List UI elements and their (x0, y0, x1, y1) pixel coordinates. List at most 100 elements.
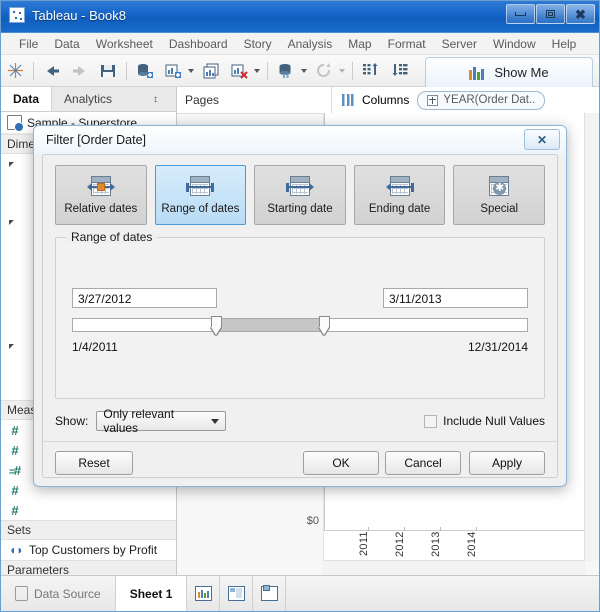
expand-plus-icon[interactable] (427, 94, 439, 106)
menu-format[interactable]: Format (380, 35, 434, 53)
range-of-dates-group-title: Range of dates (66, 230, 158, 244)
undo-icon[interactable] (40, 59, 64, 83)
sheet-tab-bar: Data Source Sheet 1 (1, 575, 599, 611)
dialog-separator (43, 441, 557, 442)
close-button[interactable]: ✖ (566, 4, 595, 24)
measure-field[interactable]: # (1, 500, 176, 520)
slider-handle-start[interactable] (210, 316, 222, 336)
columns-shelf[interactable]: Columns YEAR(Order Dat.. (332, 87, 599, 113)
mode-ending-date[interactable]: Ending date (353, 165, 446, 225)
new-dashboard-button[interactable] (220, 576, 254, 611)
tab-data-source-label: Data Source (34, 586, 101, 601)
range-min-label: 1/4/2011 (72, 340, 118, 354)
show-values-dropdown[interactable]: Only relevant values (96, 407, 227, 435)
mode-relative-dates[interactable]: Relative dates (55, 165, 147, 225)
date-range-slider[interactable] (72, 316, 528, 335)
tab-data[interactable]: Data (1, 87, 52, 111)
menu-server[interactable]: Server (434, 35, 485, 53)
new-story-button[interactable] (253, 576, 287, 611)
clear-sheet-caret-icon[interactable] (254, 68, 260, 73)
menu-file[interactable]: File (11, 35, 46, 53)
duplicate-sheet-icon[interactable] (199, 59, 223, 83)
x-tick-2014: 2014 (466, 531, 478, 557)
show-me-button[interactable]: Show Me (425, 57, 593, 87)
set-item-label: Top Customers by Profit (29, 543, 158, 557)
tab-analytics[interactable]: Analytics ↕ (51, 87, 176, 111)
close-icon: ✖ (575, 6, 586, 22)
reset-button[interactable]: Reset (55, 451, 133, 475)
new-worksheet-icon (194, 586, 212, 601)
x-tick-2012: 2012 (394, 531, 406, 557)
minimize-button[interactable] (506, 4, 535, 24)
toolbar-separator (33, 61, 34, 80)
tableau-home-icon[interactable] (3, 59, 27, 83)
set-icon: ◖◗ (9, 543, 24, 557)
data-pane-tabs: Data Analytics ↕ (1, 87, 176, 112)
end-date-input[interactable]: 3/11/2013 (383, 288, 528, 308)
menu-bar: File Data Worksheet Dashboard Story Anal… (1, 33, 599, 55)
tab-data-source[interactable]: Data Source (1, 576, 116, 611)
filter-dialog-close-button[interactable]: ✕ (524, 129, 560, 150)
new-worksheet-icon[interactable] (161, 59, 185, 83)
tab-sheet-1[interactable]: Sheet 1 (115, 576, 188, 611)
pane-collapse-icon[interactable]: ↕ (153, 94, 164, 105)
swap-caret-icon[interactable] (301, 68, 307, 73)
sort-descending-icon[interactable] (387, 59, 411, 83)
new-worksheet-caret-icon[interactable] (188, 68, 194, 73)
filter-dialog-title-bar: Filter [Order Date] ✕ (34, 126, 566, 154)
maximize-button[interactable] (536, 4, 565, 24)
refresh-icon[interactable] (312, 59, 336, 83)
refresh-caret-icon[interactable] (339, 68, 345, 73)
new-data-source-icon[interactable] (133, 59, 157, 83)
mode-range-of-dates-label: Range of dates (161, 202, 240, 215)
mode-starting-date[interactable]: Starting date (254, 165, 346, 225)
menu-story[interactable]: Story (236, 35, 280, 53)
chevron-down-icon (211, 418, 220, 424)
redo-icon[interactable] (68, 59, 92, 83)
vertical-scrollbar[interactable] (584, 113, 599, 561)
data-source-icon (7, 115, 24, 132)
menu-worksheet[interactable]: Worksheet (88, 35, 161, 53)
menu-window[interactable]: Window (485, 35, 544, 53)
maximize-icon (546, 10, 555, 18)
filter-dialog: Filter [Order Date] ✕ Relative dates Ran… (33, 125, 567, 487)
cancel-button[interactable]: Cancel (385, 451, 461, 475)
show-values-selected: Only relevant values (103, 407, 175, 435)
special-icon: ✱ (485, 175, 513, 198)
checkbox-icon[interactable] (424, 414, 438, 428)
clear-sheet-icon[interactable] (227, 59, 251, 83)
menu-map[interactable]: Map (340, 35, 379, 53)
slider-handle-end[interactable] (319, 316, 331, 336)
sort-ascending-icon[interactable] (359, 59, 383, 83)
swap-rows-columns-icon[interactable] (274, 59, 298, 83)
menu-help[interactable]: Help (544, 35, 585, 53)
toolbar-separator (267, 61, 268, 80)
start-date-input[interactable]: 3/27/2012 (72, 288, 217, 308)
horizontal-scrollbar[interactable] (323, 560, 585, 575)
set-item-top-customers-by-profit[interactable]: ◖◗ Top Customers by Profit (1, 540, 176, 560)
mode-range-of-dates[interactable]: Range of dates (154, 165, 247, 225)
columns-pill-year-order-date[interactable]: YEAR(Order Dat.. (417, 90, 546, 110)
save-icon[interactable] (96, 59, 120, 83)
apply-button[interactable]: Apply (469, 451, 545, 475)
x-tick-2013: 2013 (430, 531, 442, 557)
menu-data[interactable]: Data (46, 35, 87, 53)
shelf-row: Pages Columns YEAR(Order Dat.. (177, 87, 599, 114)
filter-dialog-title: Filter [Order Date] (46, 133, 147, 147)
expand-triangle-icon (9, 343, 14, 349)
new-worksheet-button[interactable] (187, 576, 221, 611)
number-icon: # (11, 502, 19, 518)
mode-ending-date-label: Ending date (368, 202, 431, 215)
pages-shelf[interactable]: Pages (177, 87, 332, 113)
menu-dashboard[interactable]: Dashboard (161, 35, 236, 53)
relative-dates-icon (86, 175, 115, 198)
tableau-icon (9, 7, 25, 23)
range-of-dates-group: Range of dates 3/27/2012 3/11/2013 1/4/2… (55, 230, 545, 399)
menu-analysis[interactable]: Analysis (280, 35, 341, 53)
ok-button[interactable]: OK (303, 451, 379, 475)
include-null-values-checkbox[interactable]: Include Null Values (424, 414, 545, 428)
range-of-dates-icon (186, 175, 215, 198)
window-controls: ✖ (505, 4, 595, 24)
number-icon: # (11, 442, 19, 458)
mode-special[interactable]: ✱ Special (453, 165, 545, 225)
